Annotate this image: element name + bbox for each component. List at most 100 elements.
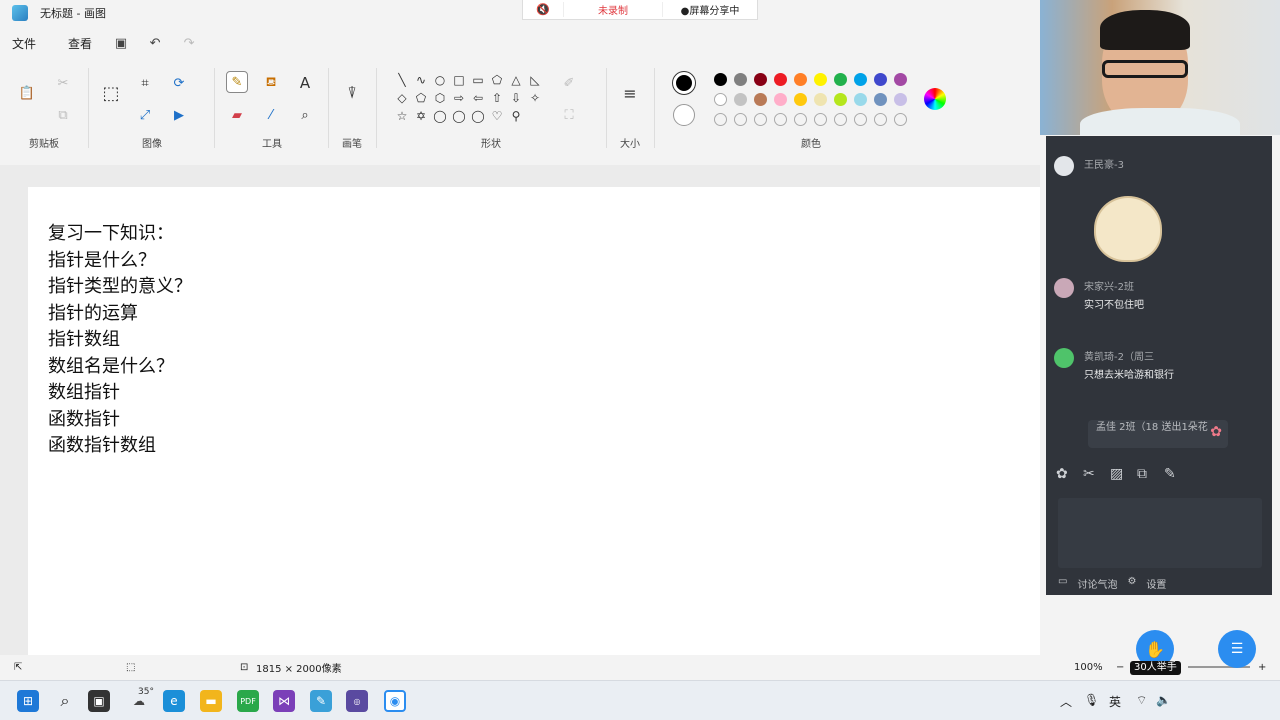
shape-option[interactable]: ⬠ bbox=[489, 72, 505, 88]
cut-icon[interactable]: ✂ bbox=[52, 72, 74, 94]
discussion-label[interactable]: 讨论气泡 bbox=[1077, 576, 1117, 591]
menu-view[interactable]: 查看 bbox=[68, 35, 92, 52]
file-explorer-icon[interactable]: ▬ bbox=[200, 690, 222, 712]
color-swatch[interactable] bbox=[734, 73, 747, 86]
color-swatch[interactable] bbox=[854, 113, 867, 126]
shape-option[interactable]: ○ bbox=[432, 72, 448, 88]
copy-icon[interactable]: ⧉ bbox=[52, 104, 74, 126]
chat-input[interactable] bbox=[1058, 498, 1262, 568]
shape-option[interactable]: ✡ bbox=[413, 108, 429, 124]
color-swatch[interactable] bbox=[894, 113, 907, 126]
image-icon[interactable]: ▨ bbox=[1110, 466, 1137, 482]
shape-option[interactable]: ⚲ bbox=[508, 108, 524, 124]
shape-option[interactable]: ♡ bbox=[489, 108, 505, 124]
paste-icon[interactable]: 📋 bbox=[16, 82, 38, 104]
edit-colors-icon[interactable] bbox=[924, 88, 946, 110]
shape-option[interactable]: ⇦ bbox=[470, 90, 486, 106]
shape-option[interactable]: ∿ bbox=[413, 72, 429, 88]
color-swatch[interactable] bbox=[814, 73, 827, 86]
select-icon[interactable]: ⬚ bbox=[100, 82, 122, 104]
shape-option[interactable]: ✧ bbox=[527, 90, 543, 106]
edge-icon[interactable]: e bbox=[163, 690, 185, 712]
pencil-icon[interactable]: ✎ bbox=[226, 71, 248, 93]
shape-option[interactable]: ◯ bbox=[451, 108, 467, 124]
meeting-app-icon[interactable]: ◎ bbox=[346, 690, 368, 712]
settings-label[interactable]: 设置 bbox=[1146, 576, 1166, 591]
tray-expand-icon[interactable]: ︿ bbox=[1060, 693, 1072, 710]
color-swatch[interactable] bbox=[774, 113, 787, 126]
visual-studio-icon[interactable]: ⋈ bbox=[273, 690, 295, 712]
shape-option[interactable]: △ bbox=[508, 72, 524, 88]
shape-option[interactable]: ⇧ bbox=[489, 90, 505, 106]
zoom-in-icon[interactable]: + bbox=[1258, 662, 1266, 673]
flip-icon[interactable]: ▶ bbox=[168, 104, 190, 126]
ime-indicator[interactable]: 英 bbox=[1109, 693, 1121, 710]
wifi-icon[interactable]: ⌔ bbox=[1136, 693, 1147, 708]
color-swatch[interactable] bbox=[774, 93, 787, 106]
zoom-out-icon[interactable]: − bbox=[1116, 662, 1124, 673]
color-swatch[interactable] bbox=[754, 113, 767, 126]
zoom-level[interactable]: 100% bbox=[1074, 662, 1103, 673]
shape-option[interactable]: ◇ bbox=[394, 90, 410, 106]
shape-option[interactable]: ◯ bbox=[470, 108, 486, 124]
color-swatch[interactable] bbox=[834, 73, 847, 86]
undo-icon[interactable]: ↶ bbox=[146, 34, 164, 52]
volume-icon[interactable]: 🔈 bbox=[1156, 693, 1171, 707]
shape-option[interactable]: ⇩ bbox=[508, 90, 524, 106]
brush-icon[interactable]: ⍒ bbox=[341, 82, 363, 104]
menu-file[interactable]: 文件 bbox=[12, 35, 36, 52]
color-swatch[interactable] bbox=[814, 113, 827, 126]
color-swatch[interactable] bbox=[874, 93, 887, 106]
color-swatch[interactable] bbox=[794, 113, 807, 126]
flower-send-icon[interactable]: ✿ bbox=[1056, 466, 1083, 482]
color-swatch[interactable] bbox=[894, 93, 907, 106]
color-swatch[interactable] bbox=[894, 73, 907, 86]
color-swatch[interactable] bbox=[714, 113, 727, 126]
edit-message-icon[interactable]: ✎ bbox=[1164, 466, 1191, 482]
start-icon[interactable]: ⊞ bbox=[17, 690, 39, 712]
settings-icon[interactable]: ⚙ bbox=[1127, 576, 1136, 591]
fill-icon[interactable]: ⛾ bbox=[260, 72, 282, 94]
task-view-icon[interactable]: ▣ bbox=[88, 690, 110, 712]
classroom-app-icon[interactable]: ◉ bbox=[384, 690, 406, 712]
color-swatch[interactable] bbox=[714, 93, 727, 106]
resize-icon[interactable]: ⤢ bbox=[134, 104, 156, 126]
color-swatch[interactable] bbox=[834, 93, 847, 106]
color-swatch[interactable] bbox=[794, 93, 807, 106]
scissors-icon[interactable]: ✂ bbox=[1083, 466, 1110, 482]
color-swatch[interactable] bbox=[874, 113, 887, 126]
shape-option[interactable]: ▭ bbox=[470, 72, 486, 88]
shape-option[interactable]: ⬡ bbox=[432, 90, 448, 106]
color-swatch[interactable] bbox=[834, 113, 847, 126]
record-status[interactable]: 未录制 bbox=[563, 2, 663, 17]
color-swatch[interactable] bbox=[874, 73, 887, 86]
muted-mic-icon[interactable]: 🔇 bbox=[523, 3, 563, 16]
shape-option[interactable]: □ bbox=[451, 72, 467, 88]
secondary-color-swatch[interactable] bbox=[673, 104, 695, 126]
eraser-icon[interactable]: ▰ bbox=[226, 104, 248, 126]
shape-option[interactable]: ╲ bbox=[394, 72, 410, 88]
color-swatch[interactable] bbox=[854, 73, 867, 86]
color-swatch[interactable] bbox=[774, 73, 787, 86]
magnifier-icon[interactable]: ⌕ bbox=[294, 104, 316, 126]
crop-icon[interactable]: ⌗ bbox=[134, 72, 156, 94]
share-status[interactable]: ●屏幕分享中 bbox=[663, 2, 757, 17]
color-swatch[interactable] bbox=[734, 93, 747, 106]
shape-option[interactable]: ☆ bbox=[394, 108, 410, 124]
screenshot-icon[interactable]: ⧉ bbox=[1137, 466, 1164, 482]
discussion-icon[interactable]: ▭ bbox=[1058, 576, 1067, 591]
shape-option[interactable]: ◯ bbox=[432, 108, 448, 124]
shape-fill-icon[interactable]: ⛶ bbox=[558, 104, 580, 126]
microphone-icon[interactable]: 🎙 bbox=[1084, 693, 1099, 707]
shape-option[interactable]: ◺ bbox=[527, 72, 543, 88]
text-icon[interactable]: A bbox=[294, 72, 316, 94]
drawing-canvas[interactable]: 复习一下知识： 指针是什么？ 指针类型的意义？ 指针的运算 指针数组 数组名是什么？ 数组指… bbox=[28, 187, 1040, 657]
save-icon[interactable]: ▣ bbox=[112, 34, 130, 52]
color-swatch[interactable] bbox=[754, 73, 767, 86]
color-swatch[interactable] bbox=[794, 73, 807, 86]
pdf-app-icon[interactable]: PDF bbox=[237, 690, 259, 712]
primary-color-swatch[interactable] bbox=[673, 72, 695, 94]
line-size-icon[interactable]: ≡ bbox=[619, 82, 641, 104]
color-swatch[interactable] bbox=[734, 113, 747, 126]
search-icon[interactable]: ⌕ bbox=[54, 690, 76, 712]
